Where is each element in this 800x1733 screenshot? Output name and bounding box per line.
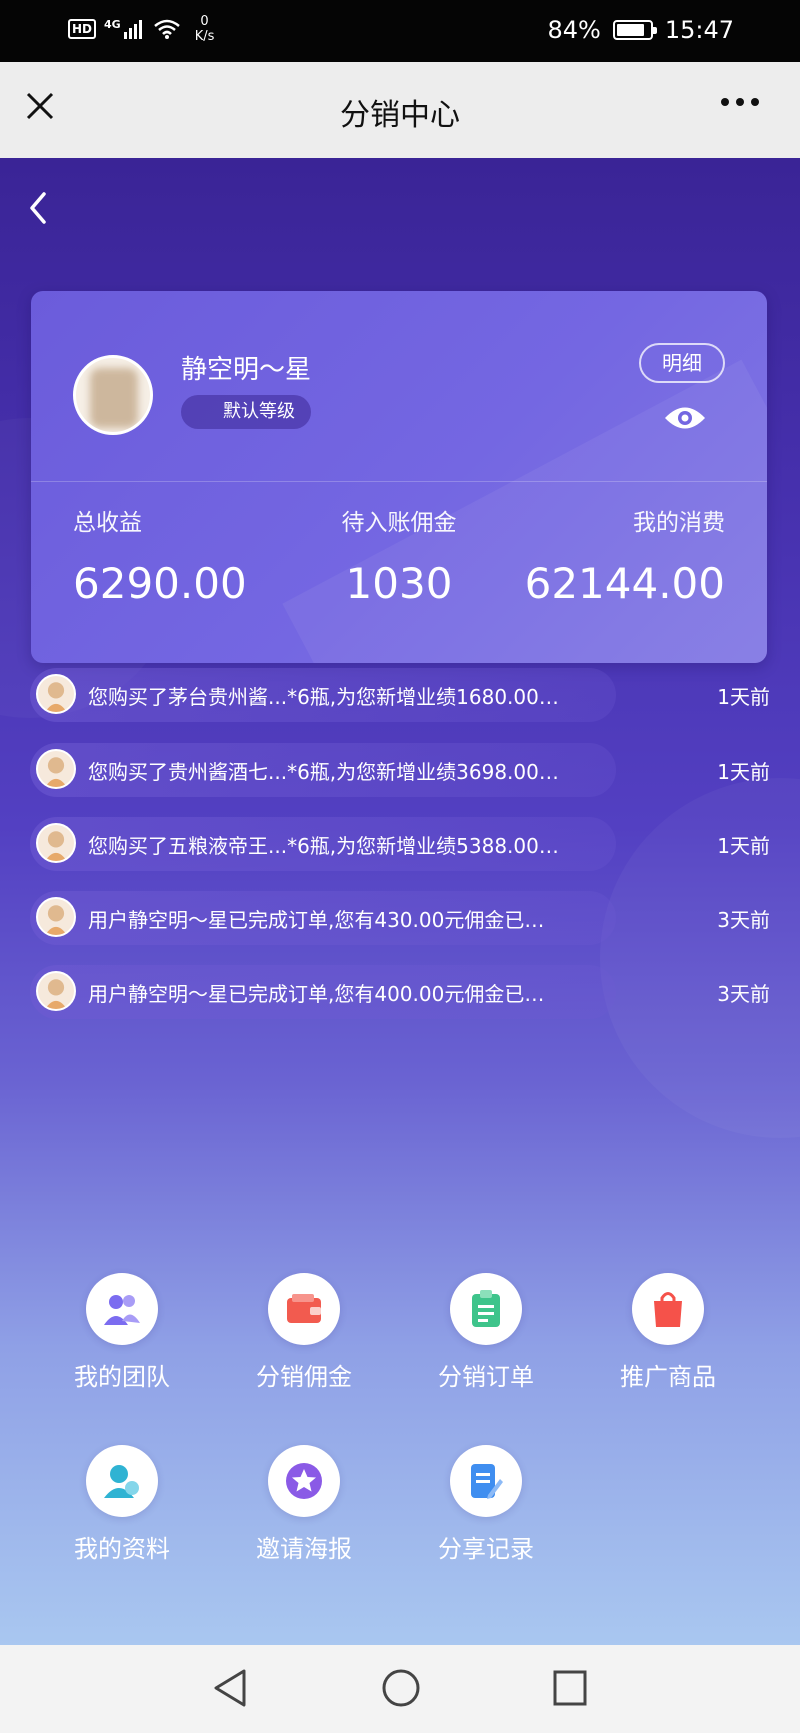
menu-label: 分销订单 bbox=[438, 1363, 534, 1391]
level-badge: 默认等级 bbox=[181, 395, 311, 429]
menu-label: 邀请海报 bbox=[256, 1535, 352, 1563]
message-text: 您购买了茅台贵州酱...*6瓶,为您新增业绩1680.00… bbox=[88, 685, 559, 709]
stat-value: 62144.00 bbox=[524, 559, 725, 608]
net-speed-value: 0 bbox=[200, 14, 209, 29]
menu-my-team[interactable]: 我的团队 bbox=[47, 1273, 197, 1392]
menu-invite-poster[interactable]: 邀请海报 bbox=[229, 1445, 379, 1564]
card-divider bbox=[31, 481, 767, 482]
menu-label: 推广商品 bbox=[620, 1363, 716, 1391]
status-left: HD 4G 0 K/s bbox=[68, 14, 214, 44]
hd-badge: HD bbox=[68, 19, 97, 39]
message-text: 您购买了贵州酱酒七...*6瓶,为您新增业绩3698.00… bbox=[88, 760, 559, 784]
message-time: 3天前 bbox=[717, 908, 770, 932]
team-icon bbox=[86, 1273, 158, 1345]
menu-share-records[interactable]: 分享记录 bbox=[411, 1445, 561, 1564]
edit-doc-icon bbox=[450, 1445, 522, 1517]
status-bar: HD 4G 0 K/s 84% 15:47 bbox=[0, 0, 800, 62]
menu-label: 我的资料 bbox=[74, 1535, 170, 1563]
username: 静空明～星 bbox=[181, 355, 312, 385]
main-content: 静空明～星 默认等级 明细 总收益 6290.00 待入账佣金 1030 我的消… bbox=[0, 158, 800, 1645]
message-time: 1天前 bbox=[717, 685, 770, 709]
status-right: 84% 15:47 bbox=[547, 16, 734, 44]
menu-label: 分享记录 bbox=[438, 1535, 534, 1563]
message-text: 用户静空明～星已完成订单,您有400.00元佣金已… bbox=[88, 982, 545, 1006]
menu-commission[interactable]: 分销佣金 bbox=[229, 1273, 379, 1392]
message-text: 您购买了五粮液帝王...*6瓶,为您新增业绩5388.00… bbox=[88, 834, 559, 858]
menu-my-profile[interactable]: 我的资料 bbox=[47, 1445, 197, 1564]
menu-orders[interactable]: 分销订单 bbox=[411, 1273, 561, 1392]
menu-label: 我的团队 bbox=[74, 1363, 170, 1391]
menu-products[interactable]: 推广商品 bbox=[593, 1273, 743, 1392]
battery-fill bbox=[616, 24, 644, 36]
network-label: 4G bbox=[104, 17, 121, 31]
message-item[interactable]: 您购买了五粮液帝王...*6瓶,为您新增业绩5388.00… 1天前 bbox=[30, 817, 770, 871]
message-item[interactable]: 您购买了茅台贵州酱...*6瓶,为您新增业绩1680.00… 1天前 bbox=[30, 668, 770, 722]
message-time: 3天前 bbox=[717, 982, 770, 1006]
profile-icon bbox=[86, 1445, 158, 1517]
stat-my-spending: 我的消费 62144.00 bbox=[525, 503, 725, 608]
message-item[interactable]: 您购买了贵州酱酒七...*6瓶,为您新增业绩3698.00… 1天前 bbox=[30, 743, 770, 797]
stat-label: 我的消费 bbox=[633, 510, 725, 536]
system-navigation-bar bbox=[0, 1645, 800, 1733]
message-item[interactable]: 用户静空明～星已完成订单,您有430.00元佣金已… 3天前 bbox=[30, 891, 770, 945]
battery-icon bbox=[612, 20, 657, 40]
profile-card: 静空明～星 默认等级 明细 总收益 6290.00 待入账佣金 1030 我的消… bbox=[31, 291, 767, 663]
message-item[interactable]: 用户静空明～星已完成订单,您有400.00元佣金已… 3天前 bbox=[30, 965, 770, 1019]
clock: 15:47 bbox=[664, 16, 734, 44]
battery-percent: 84% bbox=[547, 16, 601, 44]
message-avatar bbox=[36, 674, 76, 714]
message-avatar bbox=[36, 971, 76, 1011]
eye-icon[interactable] bbox=[663, 403, 707, 433]
message-avatar bbox=[36, 823, 76, 863]
avatar-image bbox=[90, 368, 138, 428]
net-speed: 0 K/s bbox=[195, 14, 215, 44]
shopping-bag-icon bbox=[632, 1273, 704, 1345]
signal-icon bbox=[123, 20, 142, 39]
detail-button[interactable]: 明细 bbox=[639, 343, 725, 383]
nav-back-icon[interactable] bbox=[210, 1667, 250, 1709]
wallet-icon bbox=[268, 1273, 340, 1345]
back-arrow-icon[interactable] bbox=[24, 188, 54, 228]
title-bar: 分销中心 bbox=[0, 62, 800, 158]
message-text: 用户静空明～星已完成订单,您有430.00元佣金已… bbox=[88, 908, 545, 932]
message-avatar bbox=[36, 897, 76, 937]
more-icon[interactable] bbox=[720, 96, 760, 108]
message-time: 1天前 bbox=[717, 760, 770, 784]
avatar bbox=[73, 355, 153, 435]
page-title: 分销中心 bbox=[340, 98, 460, 133]
message-time: 1天前 bbox=[717, 834, 770, 858]
nav-home-icon[interactable] bbox=[380, 1667, 422, 1709]
star-badge-icon bbox=[268, 1445, 340, 1517]
message-avatar bbox=[36, 749, 76, 789]
clipboard-icon bbox=[450, 1273, 522, 1345]
menu-label: 分销佣金 bbox=[256, 1363, 352, 1391]
nav-recents-icon[interactable] bbox=[550, 1667, 590, 1709]
net-speed-unit: K/s bbox=[194, 29, 215, 44]
wifi-icon bbox=[153, 19, 180, 39]
